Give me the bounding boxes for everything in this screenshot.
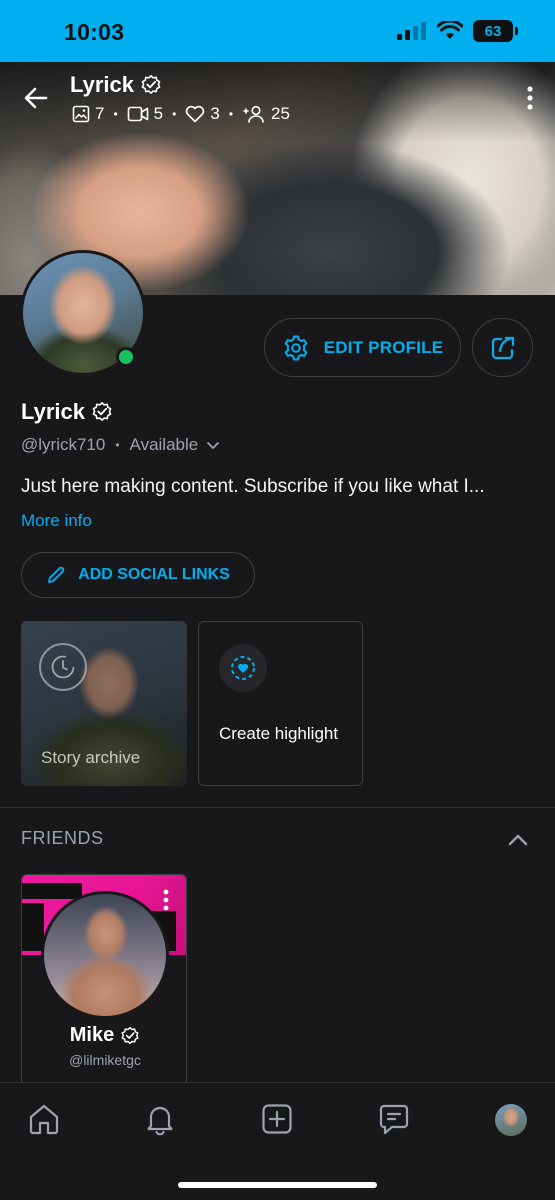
- more-info-link[interactable]: More info: [21, 511, 92, 531]
- friend-name: Mike: [22, 1024, 186, 1047]
- profile-name-text: Lyrick: [21, 399, 86, 424]
- tab-home[interactable]: [26, 1101, 62, 1137]
- stat-likes: 3: [185, 104, 220, 124]
- home-indicator: [178, 1182, 377, 1188]
- header-name-text: Lyrick: [70, 72, 135, 97]
- availability-dropdown[interactable]: Available: [130, 435, 221, 455]
- tab-new-post[interactable]: [259, 1101, 295, 1137]
- stat-videos: 5: [127, 104, 163, 124]
- share-icon: [491, 336, 514, 359]
- profile-bio: Just here making content. Subscribe if y…: [21, 476, 485, 497]
- friend-handle: @lilmiketgc: [69, 1052, 141, 1068]
- section-divider: [0, 807, 555, 808]
- online-status-dot: [116, 347, 136, 367]
- stat-videos-count: 5: [153, 104, 164, 123]
- pencil-icon: [48, 566, 65, 583]
- signal-icon: [397, 22, 426, 40]
- tab-notifications[interactable]: [142, 1101, 178, 1137]
- header-name: Lyrick: [70, 72, 162, 98]
- stat-photos: 7: [72, 104, 104, 124]
- profile-name: Lyrick: [21, 399, 113, 425]
- back-arrow-icon[interactable]: [22, 84, 50, 112]
- friend-banner-shape: [22, 883, 82, 899]
- clock-icon: [51, 655, 75, 679]
- wifi-icon: [437, 21, 463, 39]
- chat-icon: [379, 1104, 409, 1135]
- add-post-icon: [262, 1104, 292, 1134]
- friend-card[interactable]: Mike @lilmiketgc: [21, 874, 187, 1084]
- edit-profile-button[interactable]: EDIT PROFILE: [264, 318, 461, 377]
- status-bar: 10:03 63: [0, 0, 555, 62]
- share-profile-button[interactable]: [472, 318, 533, 377]
- stat-photos-count: 7: [95, 104, 105, 123]
- status-time: 10:03: [64, 19, 125, 45]
- add-social-links-button[interactable]: ADD SOCIAL LINKS: [21, 552, 255, 598]
- add-social-links-label: ADD SOCIAL LINKS: [78, 566, 230, 583]
- friend-more-options-icon[interactable]: [163, 889, 169, 911]
- stat-fans: 25: [242, 104, 290, 124]
- stat-separator: •: [113, 107, 118, 121]
- chevron-up-icon[interactable]: [506, 828, 530, 852]
- story-archive-card[interactable]: Story archive: [21, 621, 187, 786]
- friends-title: FRIENDS: [21, 828, 104, 848]
- stat-fans-count: 25: [271, 104, 290, 123]
- edit-profile-label: EDIT PROFILE: [323, 337, 444, 357]
- fans-icon: [243, 105, 264, 123]
- stat-likes-count: 3: [210, 104, 220, 123]
- verified-icon: [121, 1026, 139, 1044]
- gear-icon: [284, 335, 308, 360]
- availability-label: Available: [129, 435, 199, 454]
- create-highlight-label: Create highlight: [219, 724, 339, 743]
- video-icon: [127, 106, 148, 122]
- handle-separator: •: [115, 438, 120, 452]
- profile-handle: @lyrick710: [21, 435, 106, 454]
- home-icon: [29, 1104, 59, 1135]
- create-highlight-icon-circle: [219, 644, 267, 692]
- profile-handle-row: @lyrick710 • Available: [21, 435, 220, 455]
- image-icon: [72, 105, 90, 123]
- friend-avatar: [41, 891, 169, 1019]
- friend-name-text: Mike: [69, 1024, 115, 1046]
- story-archive-clock-circle: [39, 643, 87, 691]
- heart-circle-icon: [231, 656, 255, 680]
- header-stats: 7 • 5 • 3 • 25: [72, 104, 290, 124]
- verified-icon: [92, 402, 112, 421]
- tab-profile-avatar[interactable]: [495, 1104, 527, 1136]
- tab-messages[interactable]: [376, 1101, 412, 1137]
- more-options-icon[interactable]: [527, 86, 533, 110]
- chevron-down-icon: [207, 442, 220, 449]
- verified-icon: [141, 75, 161, 94]
- battery-level: 63: [484, 22, 502, 40]
- heart-icon: [186, 105, 205, 123]
- story-archive-label: Story archive: [41, 748, 141, 767]
- bell-icon: [147, 1106, 173, 1136]
- battery-icon: 63: [473, 20, 518, 42]
- stat-separator: •: [172, 107, 177, 121]
- create-highlight-card[interactable]: Create highlight: [198, 621, 363, 786]
- friend-banner-shape: [22, 903, 44, 951]
- status-icons: 63: [397, 20, 518, 42]
- stat-separator: •: [228, 107, 234, 121]
